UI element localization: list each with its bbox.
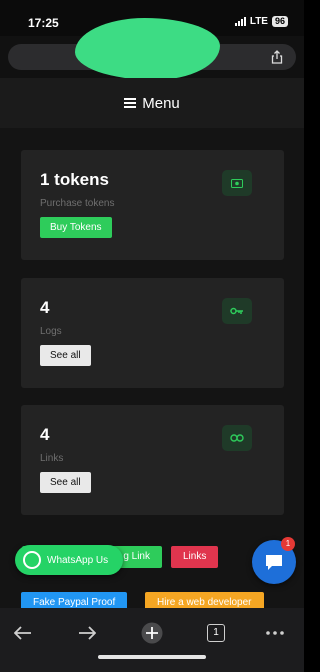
tokens-card: 1 tokens Purchase tokens Buy Tokens (21, 150, 284, 260)
whatsapp-button[interactable]: WhatsApp Us (15, 545, 123, 575)
tokens-count: 1 tokens (40, 170, 109, 189)
fake-paypal-button[interactable]: Fake Paypal Proof (21, 592, 128, 608)
key-icon (222, 298, 252, 324)
battery-icon: 96 (271, 16, 288, 27)
redaction-mark (75, 18, 220, 80)
money-icon (222, 170, 252, 196)
browser-toolbar: 1 (0, 608, 304, 672)
logs-see-all-button[interactable]: See all (40, 345, 91, 366)
plus-icon (141, 622, 163, 644)
back-button[interactable] (8, 618, 38, 648)
forward-button[interactable] (72, 618, 102, 648)
new-tab-button[interactable] (137, 618, 167, 648)
links-card: 4 Links See all (21, 405, 284, 515)
navbar[interactable]: Menu (0, 78, 304, 128)
chat-icon (266, 555, 282, 570)
whatsapp-label: WhatsApp Us (47, 554, 109, 566)
buy-tokens-button[interactable]: Buy Tokens (40, 217, 112, 238)
logs-count: 4 (40, 298, 50, 317)
hire-developer-button[interactable]: Hire a web developer (145, 592, 264, 608)
chat-badge: 1 (281, 537, 295, 551)
tabs-count: 1 (213, 627, 219, 638)
links-button[interactable]: Links (171, 546, 219, 568)
web-page: Menu 1 tokens Purchase tokens Buy Tokens… (0, 78, 304, 608)
status-indicators: LTE 96 (234, 16, 288, 27)
status-time: 17:25 (28, 16, 59, 30)
more-dots-icon (266, 631, 284, 635)
back-arrow-icon (14, 626, 31, 640)
whatsapp-icon (23, 551, 41, 569)
more-button[interactable] (260, 618, 290, 648)
tabs-icon: 1 (207, 624, 225, 642)
share-icon[interactable] (270, 50, 284, 64)
logs-card: 4 Logs See all (21, 278, 284, 388)
signal-icon (234, 17, 246, 26)
links-subtitle: Links (40, 453, 64, 464)
logs-subtitle: Logs (40, 326, 62, 337)
forward-arrow-icon (79, 626, 96, 640)
link-icon (222, 425, 252, 451)
links-count: 4 (40, 425, 50, 444)
menu-label[interactable]: Menu (142, 95, 180, 112)
links-see-all-button[interactable]: See all (40, 472, 91, 493)
tabs-button[interactable]: 1 (201, 618, 231, 648)
home-indicator (98, 655, 206, 659)
menu-icon[interactable] (124, 98, 137, 108)
tokens-subtitle: Purchase tokens (40, 198, 115, 209)
network-label: LTE (249, 16, 268, 27)
